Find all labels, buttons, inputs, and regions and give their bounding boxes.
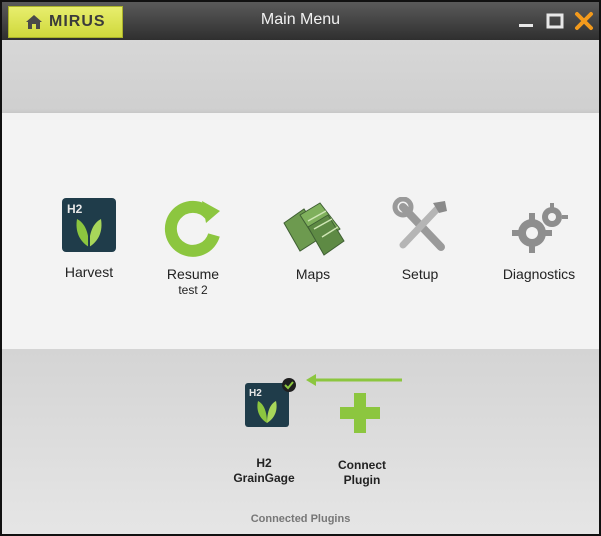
title-bar: MIRUS Main Menu: [2, 2, 599, 40]
maximize-icon[interactable]: [545, 11, 565, 31]
top-band: [2, 40, 599, 113]
h2-grain-gage-plugin[interactable]: H2: [244, 377, 298, 433]
close-icon[interactable]: [574, 11, 594, 31]
arrow-left-icon: [306, 374, 402, 386]
connect-plugin-label: Connect Plugin: [320, 458, 404, 488]
setup-tools-icon: [392, 196, 447, 251]
plus-icon: [340, 393, 380, 433]
maps-icon: [283, 202, 345, 256]
menu-item-label: Setup: [401, 266, 439, 282]
minimize-icon[interactable]: [516, 11, 536, 31]
window-title: Main Menu: [260, 11, 341, 28]
h2-harvest-icon: H2: [62, 198, 116, 252]
h2-grain-gage-icon: H2: [245, 378, 296, 427]
menu-item-harvest[interactable]: H2 Harvest: [44, 197, 134, 280]
menu-item-sublabel: test 2: [178, 283, 208, 297]
menu-item-label: Maps: [295, 266, 331, 282]
menu-item-maps[interactable]: Maps: [268, 197, 358, 282]
gears-icon: [512, 203, 568, 253]
plugin-label-line2: GrainGage: [233, 471, 295, 485]
menu-item-label: Harvest: [64, 264, 114, 280]
plugin-label-line2: Plugin: [343, 473, 381, 487]
plugin-label-line1: Connect: [338, 458, 386, 472]
menu-item-diagnostics[interactable]: Diagnostics: [489, 197, 589, 282]
menu-item-label: Diagnostics: [502, 266, 576, 282]
menu-item-resume[interactable]: Resume test 2: [148, 197, 238, 297]
menu-item-setup[interactable]: Setup: [375, 196, 465, 282]
svg-text:H2: H2: [249, 388, 262, 399]
resume-icon: [164, 200, 220, 257]
svg-text:H2: H2: [67, 202, 83, 216]
main-menu-band: H2 Harvest Resume test 2 Maps Setup Diag…: [2, 113, 599, 349]
plugins-area: H2 H2 GrainGage Connect Plugin Connected…: [2, 349, 599, 534]
menu-item-label: Resume: [166, 266, 220, 282]
plugin-label-line1: H2: [256, 456, 272, 470]
h2-grain-gage-label: H2 GrainGage: [222, 456, 306, 486]
connected-plugins-caption: Connected Plugins: [250, 513, 351, 525]
connect-plugin-button[interactable]: [340, 393, 380, 437]
app-window: MIRUS Main Menu H2 Harvest Resume test 2…: [0, 0, 601, 536]
